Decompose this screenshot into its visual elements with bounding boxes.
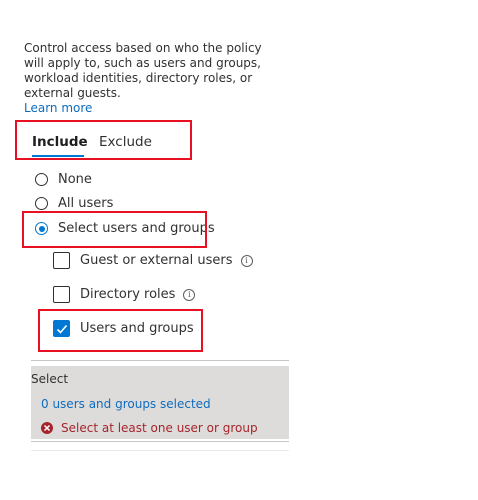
checkbox-users-and-groups[interactable]: Users and groups (53, 320, 194, 337)
validation-error: Select at least one user or group (41, 421, 258, 435)
radio-select-users-and-groups[interactable]: Select users and groups (35, 221, 215, 236)
users-groups-checkbox[interactable] (53, 320, 70, 337)
directory-roles-label: Directory roles (80, 287, 176, 302)
radio-none[interactable]: None (35, 172, 92, 187)
checkbox-guest-external-users[interactable]: Guest or external users i (53, 252, 253, 269)
learn-more-link[interactable]: Learn more (24, 101, 92, 115)
users-groups-label: Users and groups (80, 321, 194, 336)
radio-none-circle[interactable] (35, 173, 48, 186)
select-label: Select (31, 372, 69, 386)
policy-description: Control access based on who the policy w… (24, 41, 284, 116)
info-icon[interactable]: i (183, 288, 196, 301)
divider (31, 360, 289, 361)
info-icon[interactable]: i (240, 254, 253, 267)
radio-none-label: None (58, 172, 92, 187)
description-text: Control access based on who the policy w… (24, 41, 262, 100)
directory-roles-checkbox[interactable] (53, 286, 70, 303)
radio-all-users-circle[interactable] (35, 197, 48, 210)
divider (31, 450, 289, 451)
radio-all-users[interactable]: All users (35, 196, 113, 211)
checkbox-directory-roles[interactable]: Directory roles i (53, 286, 196, 303)
guest-external-checkbox[interactable] (53, 252, 70, 269)
radio-select-users-circle[interactable] (35, 222, 48, 235)
tab-exclude[interactable]: Exclude (99, 134, 152, 150)
error-icon (41, 422, 53, 434)
radio-select-users-label: Select users and groups (58, 221, 215, 236)
select-users-panel: Select 0 users and groups selected Selec… (31, 366, 289, 439)
tab-include[interactable]: Include (32, 134, 88, 150)
radio-all-users-label: All users (58, 196, 114, 211)
checkmark-icon (56, 324, 68, 334)
selected-tab-indicator (32, 155, 84, 157)
divider (31, 441, 289, 442)
guest-external-label: Guest or external users (80, 253, 233, 268)
users-selected-link[interactable]: 0 users and groups selected (41, 397, 211, 411)
error-text: Select at least one user or group (61, 421, 258, 435)
